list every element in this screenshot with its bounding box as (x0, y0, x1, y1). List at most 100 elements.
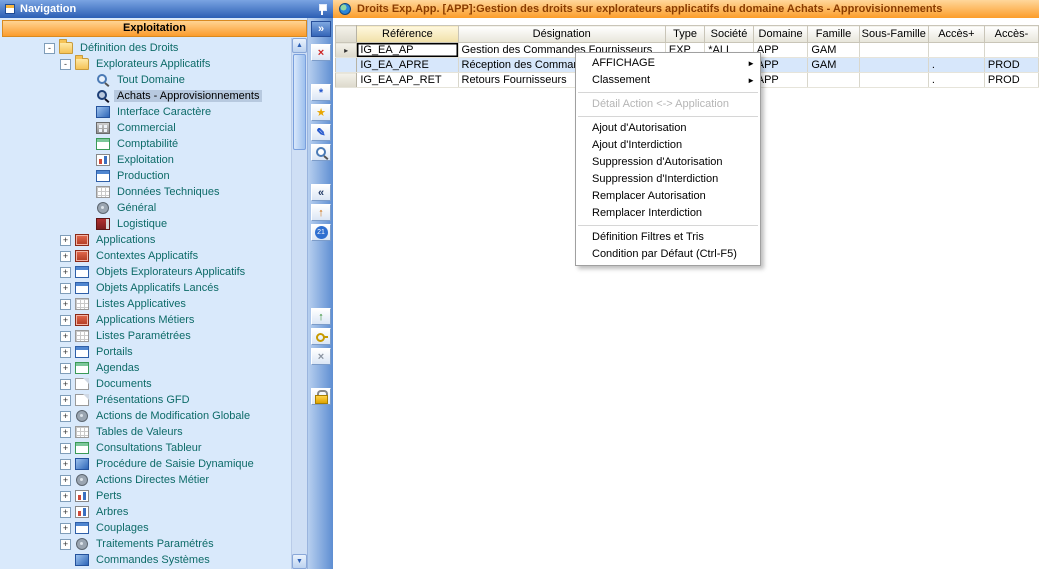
menu-item-definition-filtres-et-tris[interactable]: Définition Filtres et Tris (576, 229, 760, 246)
cell-sous-famille[interactable] (859, 58, 928, 73)
tree-expander-icon[interactable]: + (60, 331, 71, 342)
column-header-designation[interactable]: Désignation (458, 26, 665, 43)
tree-expander-icon[interactable]: + (60, 347, 71, 358)
cell-acces[interactable] (928, 43, 984, 58)
tree-expander-icon[interactable]: + (60, 395, 71, 406)
menu-item-affichage[interactable]: AFFICHAGE► (576, 55, 760, 72)
menu-item-ajout-d-interdiction[interactable]: Ajout d'Interdiction (576, 137, 760, 154)
history-button[interactable]: 21 (311, 224, 331, 241)
cell-acces[interactable]: PROD (984, 73, 1038, 88)
tree-item-comptabilite[interactable]: Comptabilité (0, 136, 291, 152)
cell-famille[interactable]: GAM (808, 43, 859, 58)
tree-item-perts[interactable]: +Perts (0, 488, 291, 504)
tree-item-portails[interactable]: +Portails (0, 344, 291, 360)
tree-item-exploitation[interactable]: Exploitation (0, 152, 291, 168)
tree-expander-icon[interactable]: + (60, 427, 71, 438)
row-selector[interactable] (336, 73, 357, 88)
menu-item-ajout-d-autorisation[interactable]: Ajout d'Autorisation (576, 120, 760, 137)
tree-item-listes-applicatives[interactable]: +Listes Applicatives (0, 296, 291, 312)
tree-expander-icon[interactable]: + (60, 507, 71, 518)
tree-item-logistique[interactable]: Logistique (0, 216, 291, 232)
menu-item-condition-par-defaut-ctrl-f5[interactable]: Condition par Défaut (Ctrl-F5) (576, 246, 760, 263)
tree-item-objets-explorateurs-applicatifs[interactable]: +Objets Explorateurs Applicatifs (0, 264, 291, 280)
column-header-type[interactable]: Type (665, 26, 704, 43)
cell-acces[interactable]: PROD (984, 58, 1038, 73)
lock-button[interactable] (311, 388, 331, 405)
row-selector[interactable] (336, 58, 357, 73)
tree-item-procedure-de-saisie-dynamique[interactable]: +Procédure de Saisie Dynamique (0, 456, 291, 472)
tree-expander-icon[interactable]: + (60, 235, 71, 246)
tree-item-commercial[interactable]: Commercial (0, 120, 291, 136)
tree-item-traitements-parametres[interactable]: +Traitements Paramétrés (0, 536, 291, 552)
tree-item-definition-des-droits[interactable]: -Définition des Droits (0, 40, 291, 56)
go-top-button[interactable]: ↑ (311, 308, 331, 325)
scroll-down-button[interactable]: ▼ (292, 554, 307, 569)
tree-item-consultations-tableur[interactable]: +Consultations Tableur (0, 440, 291, 456)
cell-domaine[interactable]: APP (753, 73, 808, 88)
tree-item-applications[interactable]: +Applications (0, 232, 291, 248)
column-header-acces[interactable]: Accès- (984, 26, 1038, 43)
tree-expander-icon[interactable]: + (60, 363, 71, 374)
scroll-thumb[interactable] (293, 54, 306, 150)
cell-acces[interactable]: . (928, 58, 984, 73)
tree-expander-icon[interactable]: + (60, 443, 71, 454)
menu-item-remplacer-interdiction[interactable]: Remplacer Interdiction (576, 205, 760, 222)
tree-item-contextes-applicatifs[interactable]: +Contextes Applicatifs (0, 248, 291, 264)
tree-expander-icon[interactable]: + (60, 539, 71, 550)
tree-expander-icon[interactable]: - (44, 43, 55, 54)
menu-item-classement[interactable]: Classement► (576, 72, 760, 89)
collapse-panel-button[interactable]: » (311, 21, 331, 37)
column-header-famille[interactable]: Famille (808, 26, 859, 43)
tree-expander-icon[interactable]: + (60, 459, 71, 470)
column-header-reference[interactable]: Référence (357, 26, 458, 43)
tree-item-objets-applicatifs-lances[interactable]: +Objets Applicatifs Lancés (0, 280, 291, 296)
tree-item-tout-domaine[interactable]: Tout Domaine (0, 72, 291, 88)
pin-icon[interactable] (317, 3, 328, 15)
menu-item-remplacer-autorisation[interactable]: Remplacer Autorisation (576, 188, 760, 205)
tree-item-agendas[interactable]: +Agendas (0, 360, 291, 376)
scroll-up-button[interactable]: ▲ (292, 38, 307, 53)
cell-sous-famille[interactable] (859, 43, 928, 58)
column-header-acces[interactable]: Accès+ (928, 26, 984, 43)
tree-expander-icon[interactable]: - (60, 59, 71, 70)
tree-item-general[interactable]: Général (0, 200, 291, 216)
tree-item-tables-de-valeurs[interactable]: +Tables de Valeurs (0, 424, 291, 440)
edit-button[interactable]: ✎ (311, 124, 331, 141)
cell-sous-famille[interactable] (859, 73, 928, 88)
tree-expander-icon[interactable]: + (60, 283, 71, 294)
tree-item-achats-approvisionnements[interactable]: Achats - Approvisionnements (0, 88, 291, 104)
tree-item-production[interactable]: Production (0, 168, 291, 184)
tree-expander-icon[interactable]: + (60, 379, 71, 390)
cell-reference[interactable]: IG_EA_AP_RET (357, 73, 458, 88)
column-header-societe[interactable]: Société (705, 26, 754, 43)
tree-item-interface-caractere[interactable]: Interface Caractère (0, 104, 291, 120)
tree-item-listes-parametrees[interactable]: +Listes Paramétrées (0, 328, 291, 344)
column-header-domaine[interactable]: Domaine (753, 26, 808, 43)
tree-expander-icon[interactable]: + (60, 251, 71, 262)
column-header-sous-famille[interactable]: Sous-Famille (859, 26, 928, 43)
cell-acces[interactable] (984, 43, 1038, 58)
tree-scrollbar[interactable]: ▲ ▼ (291, 38, 307, 569)
tree-item-couplages[interactable]: +Couplages (0, 520, 291, 536)
cell-reference[interactable]: IG_EA_AP (357, 43, 458, 58)
tree-item-actions-directes-metier[interactable]: +Actions Directes Métier (0, 472, 291, 488)
search-button[interactable] (311, 144, 331, 161)
tree-item-arbres[interactable]: +Arbres (0, 504, 291, 520)
cell-reference[interactable]: IG_EA_APRE (357, 58, 458, 73)
cell-acces[interactable]: . (928, 73, 984, 88)
options-button[interactable]: * (311, 84, 331, 101)
close-button[interactable]: × (311, 44, 331, 61)
tree-item-documents[interactable]: +Documents (0, 376, 291, 392)
favorites-button[interactable]: ★ (311, 104, 331, 121)
tree-item-commandes-systemes[interactable]: Commandes Systèmes (0, 552, 291, 568)
tree-expander-icon[interactable]: + (60, 523, 71, 534)
row-selector[interactable]: ▸ (336, 43, 357, 58)
collapse-all-button[interactable]: « (311, 184, 331, 201)
key-button[interactable] (311, 328, 331, 345)
tree-expander-icon[interactable]: + (60, 411, 71, 422)
menu-item-suppression-d-autorisation[interactable]: Suppression d'Autorisation (576, 154, 760, 171)
move-up-button[interactable]: ↑ (311, 204, 331, 221)
tree-item-actions-de-modification-globale[interactable]: +Actions de Modification Globale (0, 408, 291, 424)
cell-domaine[interactable]: APP (753, 58, 808, 73)
tree-expander-icon[interactable]: + (60, 299, 71, 310)
